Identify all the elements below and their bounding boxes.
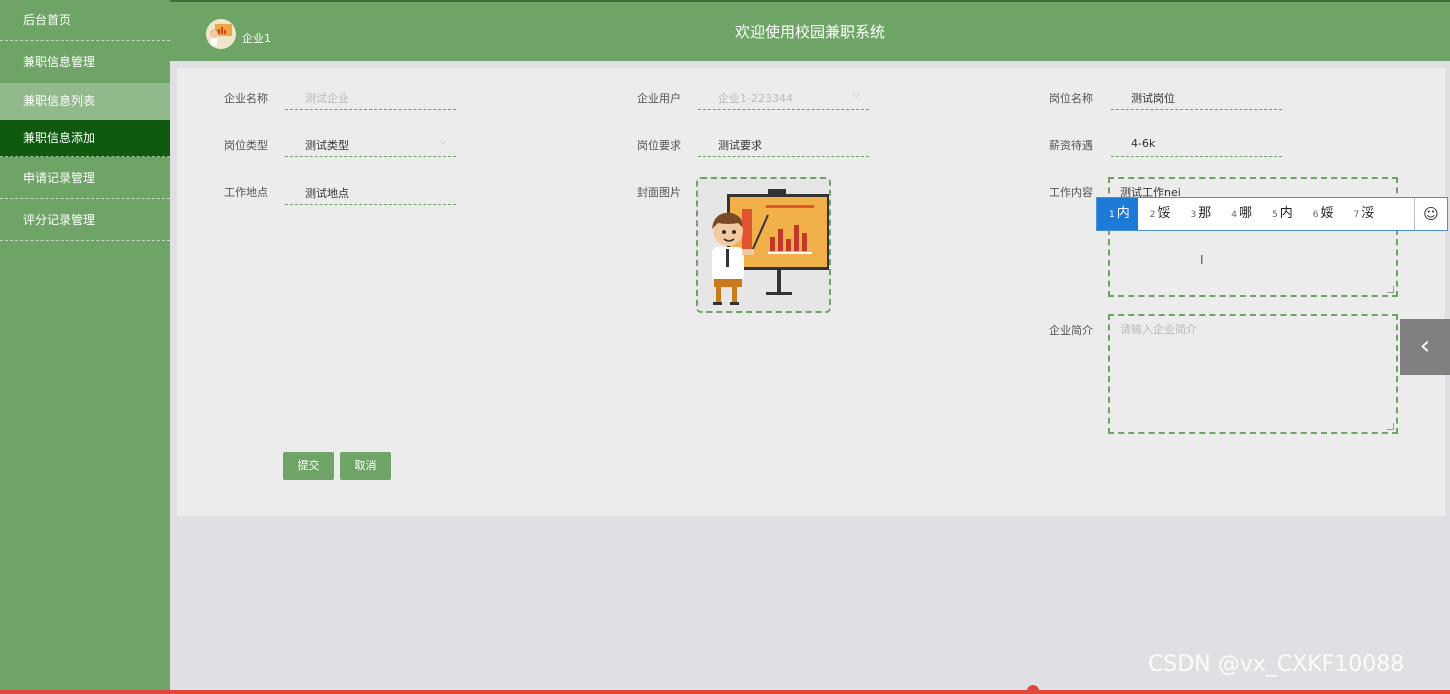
- ime-candidate-char: 馁: [1157, 206, 1171, 221]
- ime-candidate-char: 内: [1279, 206, 1293, 221]
- position-type-label: 岗位类型: [224, 139, 268, 152]
- chevron-left-icon[interactable]: ‹: [1400, 319, 1450, 375]
- page-title: 欢迎使用校园兼职系统: [734, 23, 885, 41]
- work-place-input[interactable]: 测试地点: [285, 181, 456, 205]
- ime-candidate-char: 娞: [1320, 206, 1334, 221]
- salary-label: 薪资待遇: [1049, 139, 1093, 152]
- work-content-textarea[interactable]: 测试工作nei I: [1108, 177, 1398, 297]
- emoji-icon[interactable]: ☺: [1414, 198, 1447, 230]
- ime-candidate[interactable]: 4哪: [1219, 198, 1260, 230]
- ime-candidate-char: 浽: [1361, 206, 1375, 221]
- ime-candidate-number: 7: [1353, 210, 1360, 220]
- progress-line: [0, 690, 1450, 694]
- sidebar-item-home[interactable]: 后台首页: [0, 0, 170, 41]
- ime-candidate[interactable]: 1内: [1097, 198, 1138, 230]
- position-type-value: 测试类型: [305, 139, 349, 152]
- header: 企业1 欢迎使用校园兼职系统: [170, 0, 1450, 61]
- ime-candidate-number: 5: [1272, 210, 1278, 220]
- submit-button[interactable]: 提交: [283, 452, 334, 480]
- resize-handle-icon[interactable]: [1387, 286, 1394, 293]
- cancel-button[interactable]: 取消: [340, 452, 391, 480]
- ime-candidate[interactable]: 6娞: [1301, 198, 1342, 230]
- company-user-select: 企业1-223344 ⌵: [698, 86, 869, 110]
- salary-input[interactable]: 4-6k: [1111, 133, 1282, 157]
- ime-candidate-char: 那: [1198, 206, 1212, 221]
- ime-candidate[interactable]: 2馁: [1138, 198, 1179, 230]
- ime-candidate-number: 4: [1231, 210, 1237, 220]
- company-user-value: 企业1-223344: [718, 92, 793, 105]
- ime-candidate-char: 内: [1116, 206, 1130, 221]
- sidebar-item-rating-records[interactable]: 评分记录管理: [0, 199, 170, 241]
- cover-image: [698, 179, 829, 311]
- work-place-label: 工作地点: [224, 186, 268, 199]
- watermark: CSDN @vx_CXKF10088: [1148, 652, 1405, 677]
- ime-candidate[interactable]: 5内: [1260, 198, 1301, 230]
- cover-image-upload[interactable]: [696, 177, 831, 313]
- ime-candidate-number: 6: [1312, 210, 1319, 220]
- company-name-field: 测试企业: [285, 86, 456, 110]
- ime-candidate-number: 1: [1109, 210, 1115, 220]
- sidebar-item-job-add[interactable]: 兼职信息添加: [0, 120, 170, 157]
- position-type-select[interactable]: 测试类型 ⌵: [285, 133, 456, 157]
- position-requirement-input[interactable]: 测试要求: [698, 133, 869, 157]
- position-name-input[interactable]: 测试岗位: [1111, 86, 1282, 110]
- sidebar-item-job-management[interactable]: 兼职信息管理: [0, 41, 170, 83]
- chevron-down-icon: ⌵: [852, 89, 860, 100]
- position-name-label: 岗位名称: [1049, 92, 1093, 105]
- cover-image-label: 封面图片: [637, 186, 681, 199]
- company-intro-textarea[interactable]: 请输入企业简介: [1108, 314, 1398, 434]
- company-intro-placeholder: 请输入企业简介: [1120, 323, 1197, 336]
- text-cursor-icon: I: [1200, 253, 1204, 267]
- form-panel: 企业名称 测试企业 企业用户 企业1-223344 ⌵ 岗位名称 测试岗位 岗位…: [177, 68, 1445, 516]
- sidebar-item-application-records[interactable]: 申请记录管理: [0, 157, 170, 199]
- work-content-label: 工作内容: [1049, 186, 1093, 199]
- ime-candidate-number: 3: [1190, 210, 1197, 220]
- resize-handle-icon[interactable]: [1387, 423, 1394, 430]
- ime-candidate-char: 哪: [1238, 206, 1252, 221]
- ime-candidate-number: 2: [1149, 210, 1156, 220]
- position-requirement-label: 岗位要求: [637, 139, 681, 152]
- company-name-label: 企业名称: [224, 92, 268, 105]
- progress-handle[interactable]: [1027, 685, 1039, 694]
- ime-candidate[interactable]: 3那: [1179, 198, 1220, 230]
- sidebar-item-job-list[interactable]: 兼职信息列表: [0, 83, 170, 120]
- company-user-label: 企业用户: [637, 92, 681, 105]
- chevron-down-icon: ⌵: [439, 136, 447, 147]
- company-intro-label: 企业简介: [1049, 324, 1093, 337]
- ime-candidate[interactable]: 7浽: [1342, 198, 1383, 230]
- sidebar: 后台首页 兼职信息管理 兼职信息列表 兼职信息添加 申请记录管理 评分记录管理: [0, 0, 170, 694]
- ime-candidate-bar: 1内 2馁 3那 4哪 5内 6娞 7浽 ☺: [1096, 197, 1448, 231]
